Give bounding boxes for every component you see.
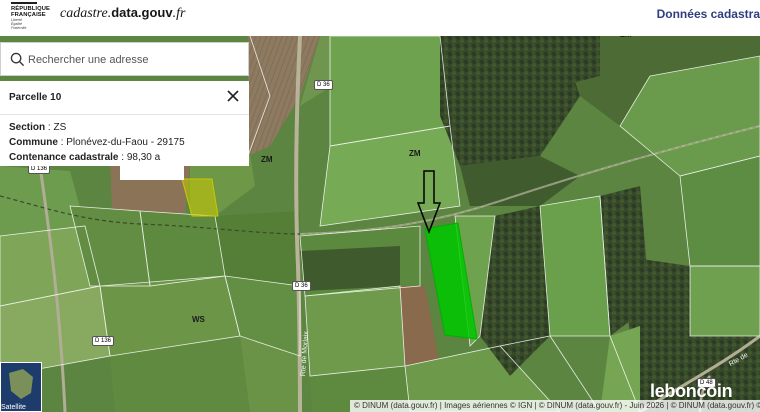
section-label: Section (9, 122, 46, 133)
commune-label: Commune (9, 137, 58, 148)
nav-link-donnees-cadastrales[interactable]: Données cadastra (657, 7, 760, 21)
parcel-commune-row: Commune : Plonévez-du-Faou - 29175 (9, 137, 185, 148)
road-label-d36-bottom: D 36 (292, 281, 311, 291)
section-label-zm-center: ZM (409, 149, 421, 158)
site-header: RÉPUBLIQUE FRANÇAISE Liberté Égalité Fra… (0, 0, 760, 36)
commune-value: Plonévez-du-Faou - 29175 (66, 137, 185, 148)
section-label-ws: WS (192, 315, 205, 324)
leboncoin-watermark: leboncoin (650, 381, 733, 401)
republique-francaise-logo[interactable]: RÉPUBLIQUE FRANÇAISE Liberté Égalité Fra… (11, 2, 50, 32)
map-attribution[interactable]: © DINUM (data.gouv.fr) | Images aérienne… (350, 400, 760, 412)
parcel-card-body: Section : ZS Commune : Plonévez-du-Faou … (0, 115, 249, 165)
search-input[interactable] (26, 49, 240, 71)
search-box[interactable] (0, 42, 249, 76)
site-name-bold: data.gouv (111, 5, 173, 20)
section-value: ZS (53, 122, 67, 133)
logo-motto3: Fraternité (11, 26, 27, 30)
parcel-card-header: Parcelle 10 (0, 81, 249, 115)
parcel-section-row: Section : ZS (9, 122, 67, 133)
parcel-title: Parcelle 10 (9, 92, 62, 103)
road-label-d136-bottom: D 136 (92, 336, 115, 346)
road-label-d36-top: D 36 (314, 80, 333, 90)
minimap-label: Satellite (1, 404, 26, 411)
area-label: Contenance cadastrale (9, 152, 119, 163)
site-name-prefix: cadastre. (60, 6, 112, 21)
search-icon[interactable] (10, 52, 25, 67)
parcel-area-row: Contenance cadastrale : 98,30 a (9, 152, 161, 163)
site-title[interactable]: cadastre.data.gouv.fr (60, 5, 185, 22)
parcel-info-card: Parcelle 10 Section : ZS Commune : Ploné… (0, 81, 249, 166)
close-icon[interactable] (225, 88, 241, 104)
satellite-layer-toggle[interactable]: Satellite (0, 362, 42, 412)
site-name-suffix: .fr (172, 6, 186, 21)
section-label-zm-left: ZM (261, 155, 273, 164)
logo-bar (11, 2, 37, 4)
parcel-card-pointer (120, 166, 184, 180)
area-value: 98,30 a (126, 152, 161, 163)
section-label-zm-top: ZM (620, 36, 632, 39)
